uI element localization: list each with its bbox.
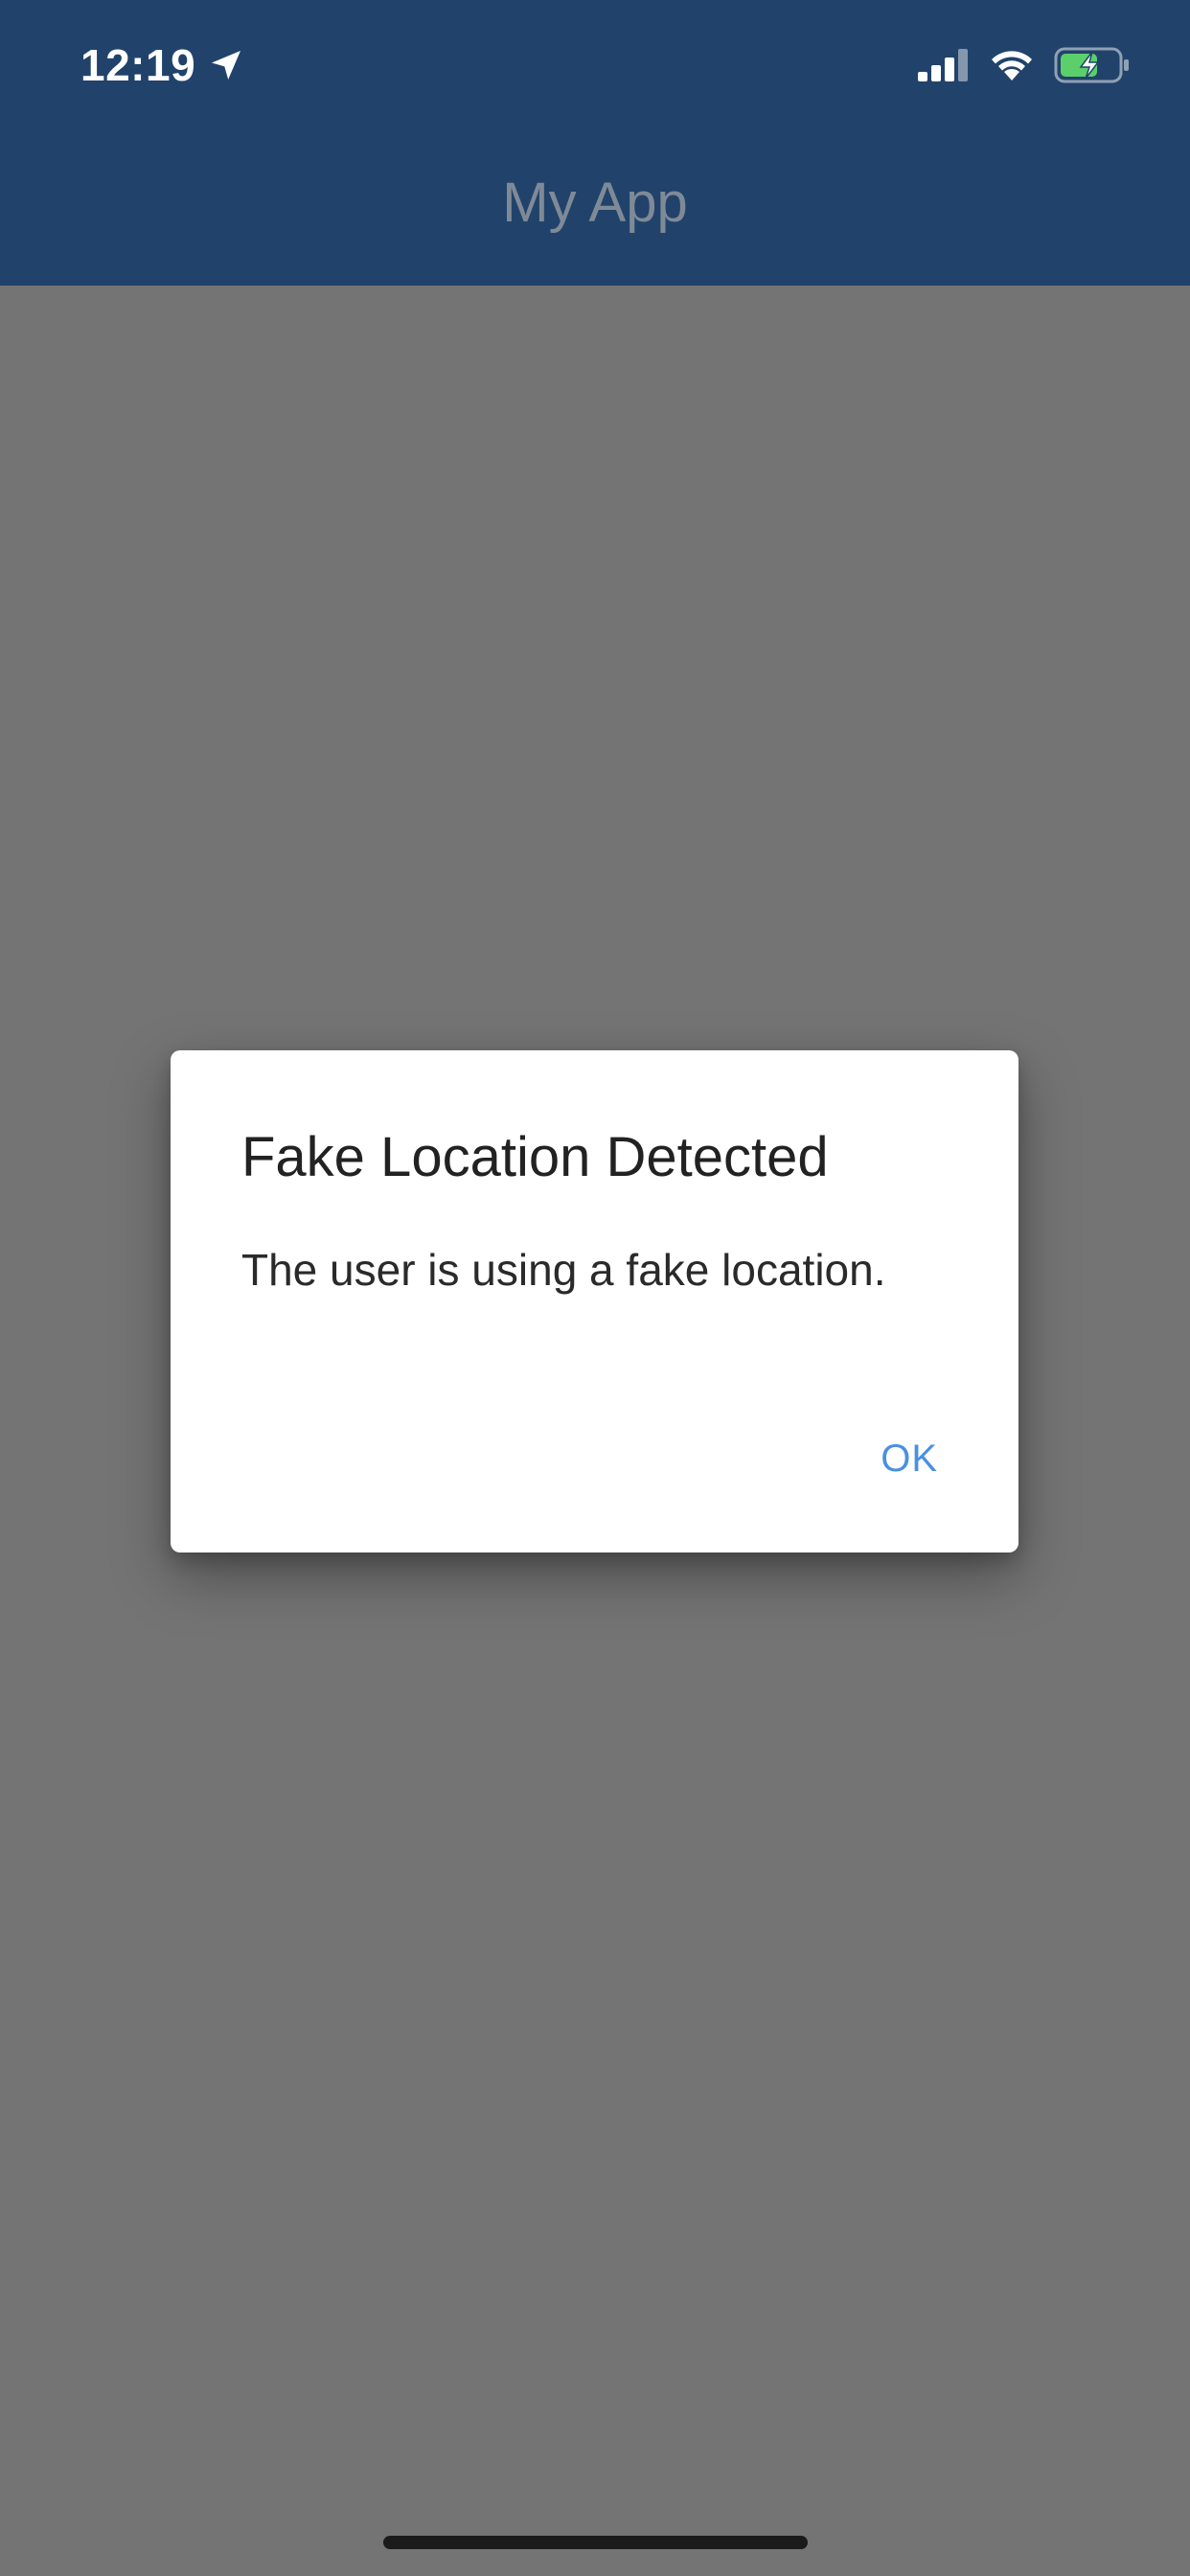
status-icons bbox=[918, 42, 1131, 88]
battery-charging-icon bbox=[1054, 47, 1129, 83]
screen: 12:19 My App Fake Location Detected The … bbox=[0, 0, 1190, 2576]
app-bar-title: My App bbox=[502, 172, 688, 234]
wifi-icon bbox=[992, 51, 1032, 80]
cellular-signal-icon bbox=[918, 49, 968, 81]
fake-location-dialog: Fake Location Detected The user is using… bbox=[171, 1050, 1018, 1552]
dialog-message: The user is using a fake location. bbox=[241, 1245, 886, 1295]
location-arrow-icon bbox=[212, 51, 241, 80]
app-bar: 12:19 My App bbox=[0, 0, 1190, 286]
status-time: 12:19 bbox=[80, 40, 196, 90]
home-indicator[interactable] bbox=[383, 2536, 808, 2549]
status-time-group: 12:19 bbox=[80, 38, 245, 92]
ok-button[interactable]: OK bbox=[871, 1432, 948, 1486]
dialog-title: Fake Location Detected bbox=[241, 1126, 829, 1188]
